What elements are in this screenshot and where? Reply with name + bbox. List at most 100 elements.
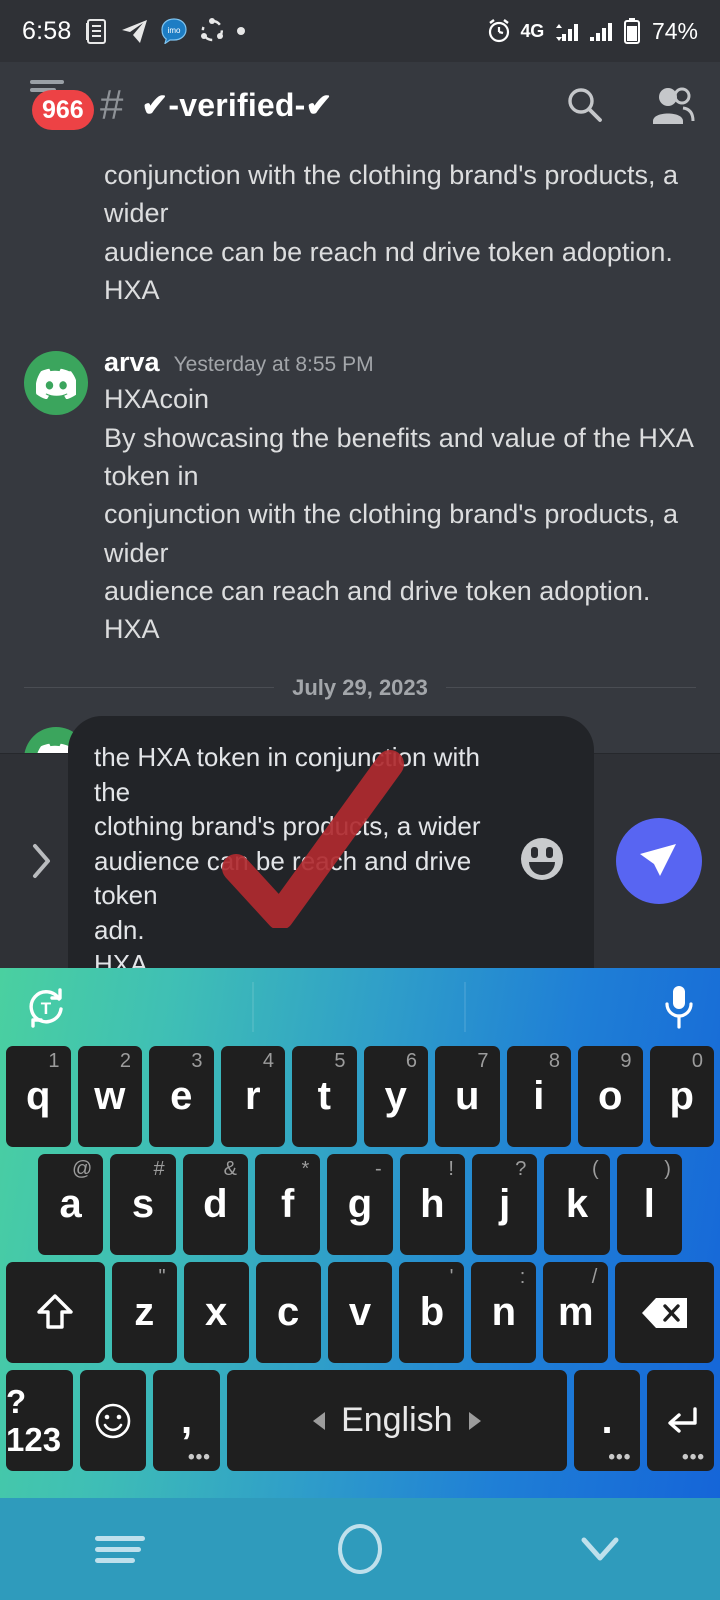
key-sup: 4	[262, 1050, 274, 1072]
emoji-key[interactable]	[79, 1370, 147, 1471]
comma-key[interactable]: , •••	[153, 1370, 220, 1471]
status-bar: 6:58 imo 4G 74%	[0, 0, 720, 62]
key-q[interactable]: 1q	[6, 1046, 71, 1147]
message-partial-top: conjunction with the clothing brand's pr…	[0, 150, 720, 309]
key-d[interactable]: & d	[182, 1154, 248, 1255]
phone-screen: 6:58 imo 4G 74% 966 # ✔-verified-✔ conju…	[0, 0, 720, 1600]
search-icon[interactable]	[564, 84, 606, 126]
key-sup: )	[664, 1158, 671, 1180]
key-n[interactable]: :n	[471, 1262, 537, 1363]
key-sup: "	[158, 1266, 166, 1288]
key-sup: 0	[691, 1050, 703, 1072]
key-f[interactable]: * f	[255, 1154, 321, 1255]
message-author[interactable]: arva	[104, 347, 160, 378]
key-label: f	[281, 1182, 295, 1226]
message-list[interactable]: conjunction with the clothing brand's pr…	[0, 148, 720, 753]
menu-icon[interactable]	[30, 80, 64, 92]
message-body: arva Yesterday at 8:55 PM HXAcoin By sho…	[104, 347, 696, 648]
key-a[interactable]: @ a	[38, 1154, 104, 1255]
unread-badge: 966	[32, 90, 94, 130]
key-h[interactable]: ! h	[399, 1154, 465, 1255]
home-nav-button[interactable]	[270, 1498, 450, 1600]
message-input[interactable]: the HXA token in conjunction with the cl…	[68, 715, 594, 1007]
key-k[interactable]: (k	[544, 1154, 610, 1255]
key-label: e	[170, 1074, 193, 1118]
text-refresh-icon[interactable]: T	[24, 985, 68, 1029]
avatar[interactable]	[24, 351, 88, 416]
emoji-icon[interactable]	[516, 833, 568, 890]
message-input-value[interactable]: the HXA token in conjunction with the cl…	[94, 740, 502, 982]
key-sup: &	[223, 1158, 237, 1180]
key-y[interactable]: 6y	[363, 1046, 428, 1147]
key-z[interactable]: " z	[111, 1262, 177, 1363]
key-label: z	[134, 1290, 155, 1334]
telegram-icon	[121, 19, 148, 44]
key-u[interactable]: 7u	[435, 1046, 500, 1147]
key-g[interactable]: -g	[327, 1154, 393, 1255]
period-key[interactable]: . •••	[573, 1370, 641, 1471]
key-l[interactable]: ) l	[616, 1154, 682, 1255]
key-label: m	[558, 1290, 594, 1334]
backspace-key[interactable]	[615, 1262, 714, 1363]
input-line: the HXA token in conjunction with the	[94, 741, 480, 807]
key-p[interactable]: 0p	[649, 1046, 714, 1147]
key-m[interactable]: / m	[543, 1262, 609, 1363]
key-r[interactable]: 4r	[220, 1046, 285, 1147]
key-label: x	[205, 1290, 228, 1334]
keyboard-rows: 1q 2w 3e 4r 5t 6y 7u 8i 9o 0p @ a # s & d *…	[4, 1046, 716, 1471]
emoji-key-icon	[93, 1401, 133, 1441]
key-j[interactable]: ? j	[471, 1154, 538, 1255]
key-sup: 5	[334, 1050, 346, 1072]
key-sup: #	[153, 1158, 165, 1180]
shift-icon	[35, 1292, 75, 1334]
shift-key[interactable]	[6, 1262, 105, 1363]
key-c[interactable]: c	[255, 1262, 321, 1363]
key-t[interactable]: 5t	[292, 1046, 357, 1147]
key-s[interactable]: # s	[110, 1154, 176, 1255]
chevron-right-icon[interactable]	[18, 840, 64, 882]
microphone-icon[interactable]	[662, 984, 696, 1030]
space-key-content: English	[313, 1401, 481, 1440]
key-label: r	[244, 1074, 261, 1118]
prev-language-arrow-icon[interactable]	[313, 1411, 326, 1430]
imo-icon: imo	[161, 18, 188, 44]
key-label: t	[317, 1074, 331, 1118]
message-line: audience can reach and drive token adopt…	[104, 575, 651, 606]
back-with-unread-badge[interactable]: 966	[24, 76, 94, 134]
key-o[interactable]: 9o	[578, 1046, 643, 1147]
key-sup: -	[374, 1158, 382, 1180]
message-composer: the HXA token in conjunction with the cl…	[0, 715, 720, 1007]
key-label: c	[276, 1290, 300, 1334]
key-sup: 2	[119, 1050, 131, 1072]
menu-nav-button[interactable]	[30, 1498, 210, 1600]
key-i[interactable]: 8i	[506, 1046, 571, 1147]
key-label: l	[643, 1182, 655, 1226]
key-x[interactable]: x	[183, 1262, 249, 1363]
next-language-arrow-icon[interactable]	[468, 1411, 481, 1430]
menu-icon	[95, 1530, 145, 1569]
dismiss-keyboard-nav-button[interactable]	[510, 1498, 690, 1600]
key-w[interactable]: 2w	[77, 1046, 142, 1147]
key-sup: 7	[477, 1050, 489, 1072]
enter-key[interactable]: •••	[647, 1370, 715, 1471]
key-v[interactable]: v	[327, 1262, 393, 1363]
key-label: s	[131, 1182, 155, 1226]
svg-text:imo: imo	[168, 26, 181, 35]
send-button[interactable]	[616, 818, 702, 904]
channel-name[interactable]: ✔-verified-✔	[141, 86, 332, 124]
divider-line-left	[24, 687, 275, 689]
key-label: b	[419, 1290, 445, 1334]
keyboard-row-3: " z x c v ' b :n / m	[4, 1262, 716, 1363]
symbols-key[interactable]: ?123	[5, 1370, 73, 1471]
backspace-icon	[640, 1295, 690, 1331]
keyboard-toolbar: T	[4, 968, 716, 1046]
message-item[interactable]: arva Yesterday at 8:55 PM HXAcoin By sho…	[0, 309, 720, 648]
key-more-indicator: •••	[187, 1447, 211, 1468]
members-icon[interactable]	[650, 84, 696, 126]
key-e[interactable]: 3e	[149, 1046, 214, 1147]
space-key[interactable]: English	[226, 1370, 567, 1471]
key-b[interactable]: ' b	[399, 1262, 465, 1363]
on-screen-keyboard[interactable]: T 1q 2w 3e 4r 5t 6y 7u 8i 9o 0p @ a # s …	[0, 968, 720, 1498]
key-label: h	[420, 1182, 445, 1226]
message-line: HXAcoin	[104, 384, 210, 415]
